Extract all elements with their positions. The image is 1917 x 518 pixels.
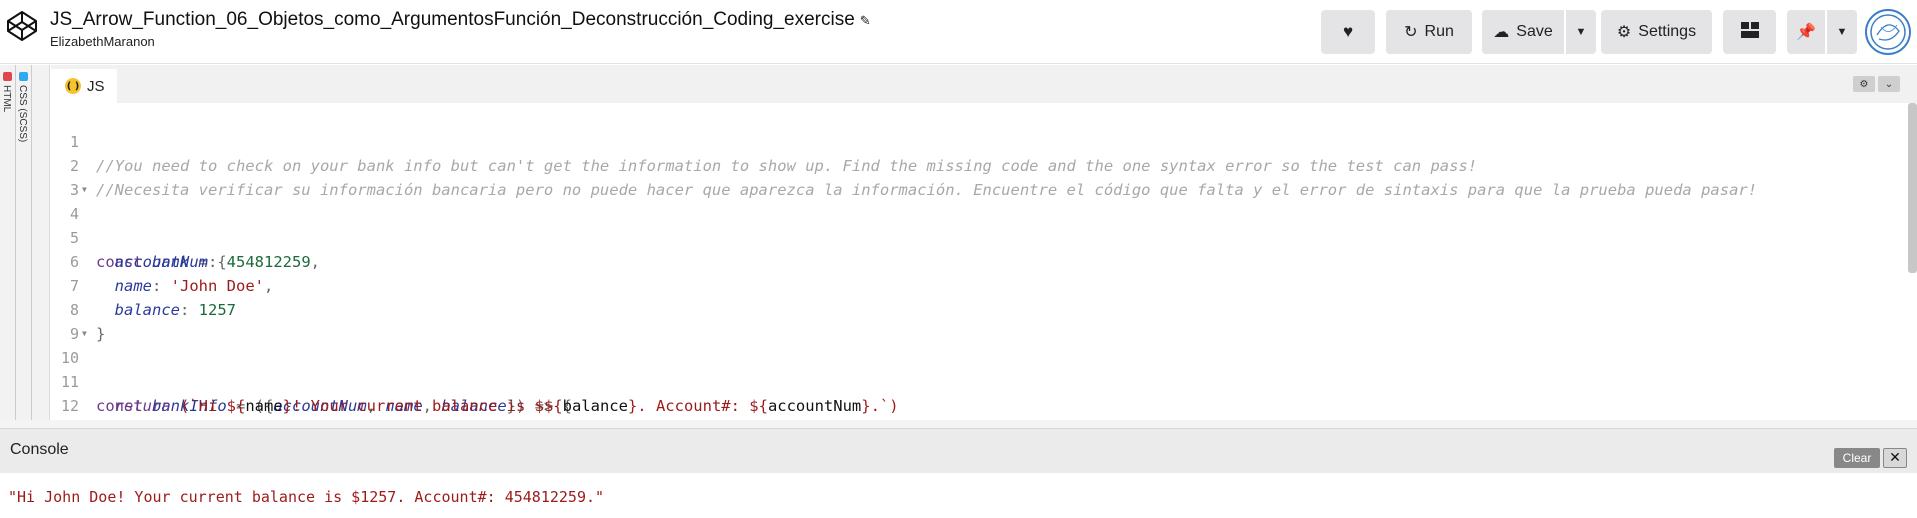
js-icon: ( ) xyxy=(65,78,81,94)
js-tab-label: JS xyxy=(87,77,105,95)
heart-button[interactable]: ♥ xyxy=(1321,10,1375,54)
code-line: 3 xyxy=(51,154,1917,199)
save-options-button[interactable]: ▼ xyxy=(1566,10,1596,54)
console-log-line: "Hi John Doe! Your current balance is $1… xyxy=(8,488,605,506)
resize-handle[interactable] xyxy=(0,420,1917,428)
gear-icon: ⚙ xyxy=(1616,24,1632,41)
editor-settings-button[interactable]: ⚙ xyxy=(1853,76,1875,92)
code-line: 13 console.log(bankInfo(bank)) xyxy=(51,394,1917,418)
code-line: 5 accountNum: 454812259, xyxy=(51,202,1917,271)
collapsed-panels: HTML CSS (SCSS) xyxy=(0,65,50,420)
code-line: 11 return (`Hi ${name}! Your current bal… xyxy=(51,346,1917,415)
console-output: "Hi John Doe! Your current balance is $1… xyxy=(0,474,1917,518)
console-clear-button[interactable]: Clear xyxy=(1834,448,1880,468)
js-code-editor[interactable]: 1 //You need to check on your bank info … xyxy=(51,103,1917,420)
code-line: 4 ▼ const bank = { xyxy=(51,178,1917,271)
console-header: Console xyxy=(0,428,1917,473)
close-icon: ✕ xyxy=(1889,450,1901,466)
code-line: 7 balance: 1257 xyxy=(51,250,1917,319)
pin-options-button[interactable]: ▼ xyxy=(1827,10,1857,54)
refresh-icon: ↻ xyxy=(1404,24,1418,41)
change-view-button[interactable] xyxy=(1723,10,1776,54)
header-bar: JS_Arrow_Function_06_Objetos_como_Argume… xyxy=(0,0,1917,64)
css-panel-label: CSS (SCSS) xyxy=(17,85,28,143)
pen-title-block: JS_Arrow_Function_06_Objetos_como_Argume… xyxy=(50,9,871,49)
chevron-down-icon: ▼ xyxy=(1836,26,1848,38)
settings-label: Settings xyxy=(1638,23,1697,40)
code-line: 12 } xyxy=(51,370,1917,415)
layout-icon xyxy=(1740,21,1759,43)
code-line: 6 name: 'John Doe', xyxy=(51,226,1917,295)
code-line: 8 } xyxy=(51,274,1917,343)
save-button[interactable]: ☁ Save xyxy=(1482,10,1564,54)
pen-title[interactable]: JS_Arrow_Function_06_Objetos_como_Argume… xyxy=(50,9,855,30)
pin-button[interactable]: 📌 xyxy=(1787,10,1825,54)
author-name[interactable]: ElizabethMaranon xyxy=(50,34,871,49)
fold-arrow-icon[interactable]: ▼ xyxy=(82,178,87,202)
code-line: 2 //Necesita verificar su información ba… xyxy=(51,130,1917,199)
html-panel-label: HTML xyxy=(1,85,12,113)
code-line: 10 ▼ const bankInfo = ({accountNum, name… xyxy=(51,322,1917,415)
code-line: 9 xyxy=(51,298,1917,343)
html-panel-tab[interactable]: HTML xyxy=(0,65,16,420)
editor-collapse-button[interactable]: ⌄ xyxy=(1878,76,1900,92)
fold-arrow-icon[interactable]: ▼ xyxy=(82,322,87,346)
chevron-down-icon: ▼ xyxy=(1575,26,1587,38)
chevron-down-icon: ⌄ xyxy=(1884,78,1894,90)
html-icon xyxy=(3,72,12,81)
user-avatar[interactable] xyxy=(1865,9,1911,55)
js-editor-header: ( ) JS xyxy=(51,65,1917,103)
css-icon xyxy=(19,72,28,81)
settings-button[interactable]: ⚙ Settings xyxy=(1601,10,1712,54)
gear-icon: ⚙ xyxy=(1859,78,1869,90)
edit-pencil-icon[interactable]: ✎ xyxy=(860,13,871,28)
pin-icon: 📌 xyxy=(1796,24,1816,41)
codepen-logo-icon[interactable] xyxy=(6,10,38,42)
run-button[interactable]: ↻ Run xyxy=(1386,10,1472,54)
console-close-button[interactable]: ✕ xyxy=(1883,448,1907,468)
console-title: Console xyxy=(10,441,69,458)
save-label: Save xyxy=(1516,23,1553,40)
editor-scrollbar[interactable] xyxy=(1908,103,1917,273)
heart-icon: ♥ xyxy=(1342,22,1354,41)
tab-js[interactable]: ( ) JS xyxy=(51,69,117,103)
cloud-icon: ☁ xyxy=(1493,24,1510,41)
run-label: Run xyxy=(1424,23,1454,40)
css-panel-tab[interactable]: CSS (SCSS) xyxy=(16,65,32,420)
code-line: 1 //You need to check on your bank info … xyxy=(51,106,1917,175)
